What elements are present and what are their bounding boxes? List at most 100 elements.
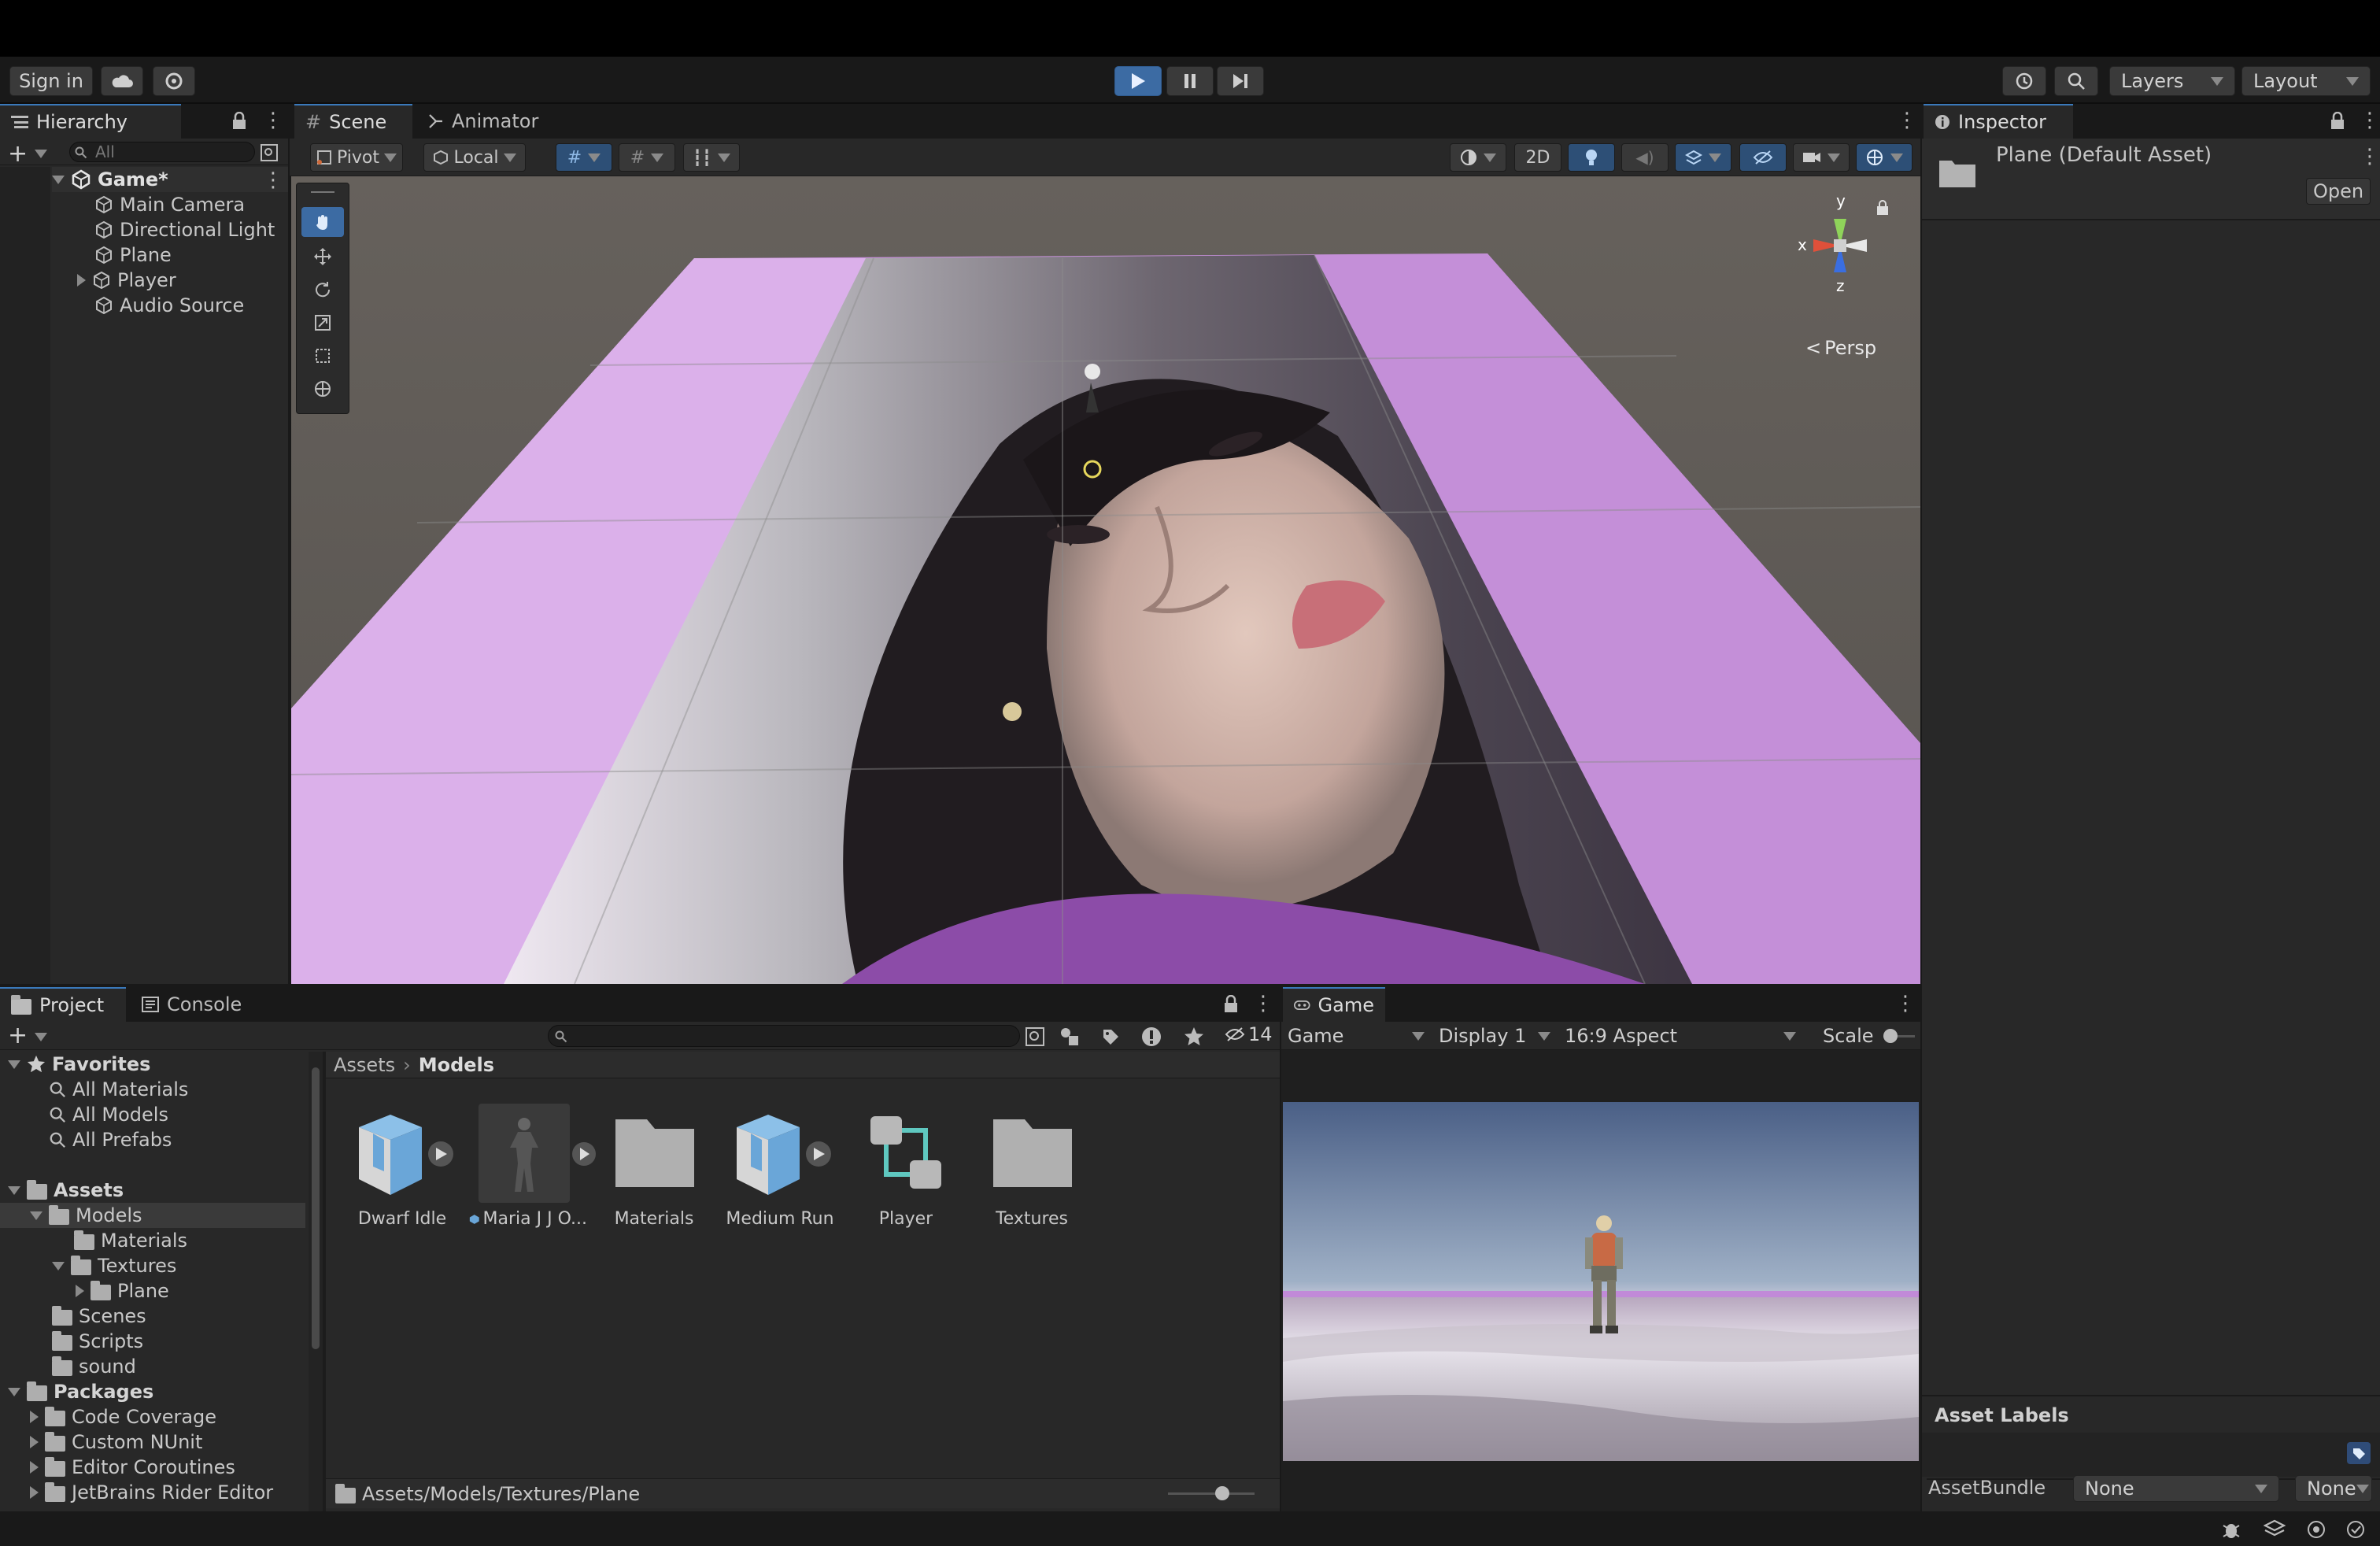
project-menu-icon[interactable]: ⋮ (1253, 993, 1273, 1014)
scale-slider-handle[interactable] (1883, 1028, 1898, 1043)
search-window-icon[interactable] (1025, 1026, 1045, 1047)
tab-inspector[interactable]: Inspector (1924, 104, 2073, 139)
hierarchy-item-plane[interactable]: Plane (94, 242, 172, 268)
sign-in-button[interactable]: Sign in (9, 66, 93, 96)
icon-size-slider-handle[interactable] (1215, 1486, 1229, 1500)
breadcrumb-current[interactable]: Models (419, 1054, 494, 1076)
breadcrumb-root[interactable]: Assets (334, 1054, 395, 1076)
tree-item-scripts[interactable]: Scripts (52, 1329, 143, 1354)
tab-scene[interactable]: # Scene (294, 104, 412, 139)
game-viewport[interactable] (1283, 1102, 1919, 1461)
chevron-right-icon[interactable] (77, 274, 86, 287)
filter-label-icon[interactable] (1100, 1026, 1121, 1047)
camera-dropdown[interactable] (1793, 143, 1850, 172)
label-tag-icon[interactable] (2347, 1442, 2371, 1464)
scene-search-icon[interactable] (260, 143, 279, 162)
star-icon[interactable] (1184, 1026, 1204, 1047)
move-tool-button[interactable] (301, 242, 344, 272)
tree-item-models[interactable]: Models (0, 1203, 305, 1228)
tree-item-materials[interactable]: Materials (74, 1228, 187, 1253)
tree-item-plane[interactable]: Plane (76, 1278, 169, 1304)
2d-toggle[interactable]: 2D (1514, 143, 1561, 172)
chevron-down-icon[interactable] (35, 1033, 47, 1041)
debug-icon[interactable] (2221, 1519, 2241, 1540)
tab-game[interactable]: Game (1283, 987, 1385, 1022)
asset-bundle-dropdown[interactable]: None (2073, 1475, 2279, 1502)
filter-type-icon[interactable] (1059, 1026, 1081, 1047)
splitter[interactable] (323, 1052, 326, 1511)
network-icon[interactable] (2306, 1519, 2326, 1540)
tree-scrollbar-thumb[interactable] (312, 1067, 320, 1349)
layers-dropdown[interactable]: Layers (2109, 66, 2235, 96)
hidden-packages-toggle[interactable]: 14 (1225, 1023, 1273, 1045)
icon-size-slider[interactable] (1168, 1486, 1255, 1500)
inspector-menu-icon[interactable]: ⋮ (2360, 110, 2380, 131)
favorite-item-all-models[interactable]: All Models (49, 1102, 168, 1127)
package-item-jetbrains-rider-editor[interactable]: JetBrains Rider Editor (30, 1480, 273, 1505)
increment-snap-button[interactable]: # (619, 143, 675, 172)
tree-item-scenes[interactable]: Scenes (52, 1304, 146, 1329)
asset-textures-folder[interactable]: Textures (973, 1104, 1091, 1229)
warning-icon[interactable] (1141, 1026, 1162, 1047)
scale-slider[interactable] (1883, 1028, 1915, 1043)
check-circle-icon[interactable] (2345, 1519, 2366, 1540)
scale-tool-button[interactable] (301, 308, 344, 338)
package-item-editor-coroutines[interactable]: Editor Coroutines (30, 1455, 235, 1480)
tree-scrollbar[interactable] (309, 1052, 323, 1511)
step-button[interactable] (1217, 66, 1264, 96)
package-item-custom-nunit[interactable]: Custom NUnit (30, 1429, 202, 1455)
game-mode-dropdown[interactable]: Game (1288, 1023, 1429, 1049)
history-button[interactable] (2002, 66, 2046, 96)
create-icon[interactable]: + (8, 1022, 28, 1049)
open-button[interactable]: Open (2306, 178, 2371, 205)
asset-maria[interactable]: Maria J J O... (469, 1104, 596, 1229)
pivot-dropdown[interactable]: Pivot (310, 143, 403, 172)
favorite-item-all-materials[interactable]: All Materials (49, 1077, 188, 1102)
assets-root-row[interactable]: Assets (8, 1178, 124, 1203)
tree-item-textures[interactable]: Textures (52, 1253, 176, 1278)
aspect-dropdown[interactable]: 16:9 Aspect (1565, 1023, 1801, 1049)
audio-toggle[interactable]: ◀) (1621, 143, 1669, 172)
scene-viewport[interactable]: y x z < Persp (291, 176, 1920, 984)
shading-mode-dropdown[interactable] (1450, 143, 1506, 172)
asset-player-controller[interactable]: Player (847, 1104, 965, 1229)
tab-console[interactable]: Console (131, 987, 264, 1022)
cloud-button[interactable] (101, 66, 143, 96)
pause-button[interactable] (1166, 66, 1214, 96)
hierarchy-search-input[interactable]: All (69, 142, 255, 162)
collab-button[interactable] (153, 66, 195, 96)
chevron-down-icon[interactable] (35, 150, 47, 158)
lighting-toggle[interactable] (1568, 143, 1615, 172)
gizmos-dropdown[interactable] (1856, 143, 1913, 172)
transform-tool-button[interactable] (301, 374, 344, 404)
projection-toggle[interactable]: < Persp (1805, 337, 1876, 359)
tab-animator[interactable]: Animator (417, 104, 551, 139)
ruler-button[interactable]: ┇┇ (683, 143, 740, 172)
scene-visibility-toggle[interactable] (1739, 143, 1787, 172)
hierarchy-item-directional-light[interactable]: Directional Light (94, 217, 275, 242)
lock-icon[interactable] (231, 112, 247, 131)
tab-project[interactable]: Project (0, 987, 126, 1022)
inspector-item-menu-icon[interactable]: ⋮ (2360, 146, 2380, 167)
asset-medium-run[interactable]: Medium Run (721, 1104, 839, 1229)
layout-dropdown[interactable]: Layout (2241, 66, 2371, 96)
asset-dwarf-idle[interactable]: Dwarf Idle (343, 1104, 461, 1229)
local-dropdown[interactable]: Local (423, 143, 526, 172)
play-button[interactable] (1114, 66, 1162, 96)
hierarchy-menu-icon[interactable]: ⋮ (263, 110, 283, 131)
hierarchy-item-audio-source[interactable]: Audio Source (94, 293, 244, 318)
package-item-code-coverage[interactable]: Code Coverage (30, 1404, 216, 1429)
scene-root-row[interactable]: Game* (52, 167, 288, 192)
lock-icon[interactable] (1223, 995, 1239, 1014)
lock-icon[interactable] (1876, 200, 1889, 216)
tab-hierarchy[interactable]: Hierarchy (0, 104, 181, 139)
display-dropdown[interactable]: Display 1 (1439, 1023, 1555, 1049)
orientation-gizmo[interactable]: y x z < Persp (1771, 190, 1913, 359)
grid-snapping-button[interactable]: # (556, 143, 612, 172)
lock-icon[interactable] (2330, 112, 2345, 131)
effects-dropdown[interactable] (1675, 143, 1731, 172)
package-icon[interactable] (2264, 1519, 2286, 1540)
hierarchy-item-main-camera[interactable]: Main Camera (94, 192, 245, 217)
tree-item-sound[interactable]: sound (52, 1354, 136, 1379)
scene-menu-icon[interactable]: ⋮ (263, 170, 283, 190)
